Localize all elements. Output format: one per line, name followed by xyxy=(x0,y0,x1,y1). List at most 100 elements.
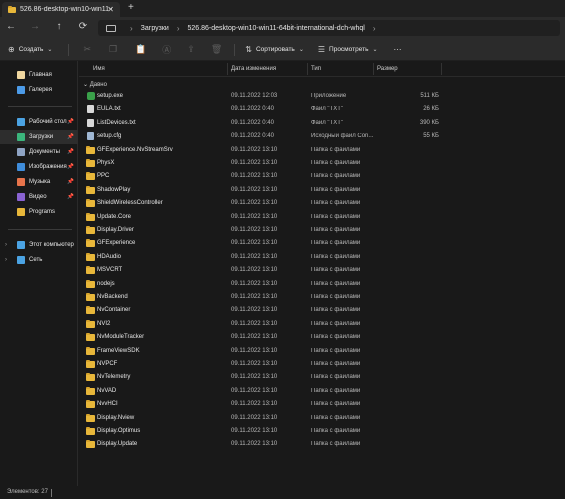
sidebar-item-downloads[interactable]: Загрузки 📌 xyxy=(0,130,78,144)
table-row[interactable]: PPC 09.11.2022 13:10 Папка с файлами xyxy=(79,170,565,183)
create-label: Создать xyxy=(18,46,44,53)
file-name: ShieldWirelessController xyxy=(97,200,163,207)
navigation-pane: Главная Галерея Рабочий стол 📌 Загрузки … xyxy=(0,61,78,486)
table-row[interactable]: HDAudio 09.11.2022 13:10 Папка с файлами xyxy=(79,251,565,264)
file-date: 09.11.2022 13:10 xyxy=(231,414,278,421)
table-row[interactable]: FrameViewSDK 09.11.2022 13:10 Папка с файл… xyxy=(79,345,565,358)
column-divider[interactable] xyxy=(441,63,442,75)
sidebar-item-gallery[interactable]: Галерея xyxy=(0,83,78,97)
table-row[interactable]: MSVCRT 09.11.2022 13:10 Папка с файлами xyxy=(79,264,565,277)
column-type[interactable]: Тип xyxy=(311,66,321,72)
chevron-right-icon[interactable]: › xyxy=(5,257,7,263)
table-row[interactable]: setup.cfg 09.11.2022 0:40 Исходный файл Co… xyxy=(79,130,565,143)
table-row[interactable]: Display.Driver 09.11.2022 13:10 Папка с фа… xyxy=(79,224,565,237)
sidebar-item-home[interactable]: Главная xyxy=(0,68,78,82)
table-row[interactable]: NvContainer 09.11.2022 13:10 Папка с файла… xyxy=(79,304,565,317)
file-date: 09.11.2022 13:10 xyxy=(231,401,278,408)
group-label: Давно xyxy=(89,82,107,88)
table-row[interactable]: NvvHCI 09.11.2022 13:10 Папка с файлами xyxy=(79,398,565,411)
back-button[interactable]: ← xyxy=(4,21,18,32)
text-file-icon xyxy=(87,118,94,127)
column-name[interactable]: Имя xyxy=(93,66,105,72)
folder-icon xyxy=(86,159,95,167)
paste-icon[interactable]: 📋 xyxy=(135,44,146,55)
tab-active[interactable]: 526.86-desktop-win10-win11-64... ✕ xyxy=(2,2,120,17)
chevron-down-icon: ⌄ xyxy=(47,47,53,53)
column-divider[interactable] xyxy=(373,63,374,75)
sidebar-item-this-pc[interactable]: › Этот компьютер xyxy=(0,238,78,252)
view-icon: ☰ xyxy=(317,45,326,54)
folder-icon xyxy=(86,172,95,181)
divider xyxy=(234,43,236,56)
table-row[interactable]: Display.Optimus 09.11.2022 13:10 Папка с ф… xyxy=(79,425,565,438)
table-row[interactable]: PhysX 09.11.2022 13:10 Папка с файлами xyxy=(79,157,565,170)
sort-label: Сортировать xyxy=(255,46,295,53)
file-type: Приложение xyxy=(311,93,347,99)
table-row[interactable]: NvTelemetry 09.11.2022 13:10 Папка с файла… xyxy=(79,371,565,384)
sidebar-item-pictures[interactable]: Изображения 📌 xyxy=(0,160,78,174)
table-row[interactable]: ShieldWirelessController 09.11.2022 13:10… xyxy=(79,197,565,210)
sort-button[interactable]: ⇅ Сортировать ⌄ xyxy=(245,45,308,54)
view-label: Просмотреть xyxy=(329,46,369,53)
up-button[interactable]: ↑ xyxy=(52,21,66,32)
folder-icon xyxy=(86,346,95,355)
table-row[interactable]: Update.Core 09.11.2022 13:10 Папка с файла… xyxy=(79,211,565,224)
file-date: 09.11.2022 13:10 xyxy=(231,361,278,367)
computer-icon xyxy=(106,24,116,32)
file-name: EULA.txt xyxy=(97,106,121,113)
chevron-right-icon[interactable]: › xyxy=(5,242,7,248)
table-row[interactable]: setup.exe 09.11.2022 12:03 Приложение 511 К… xyxy=(79,90,565,103)
breadcrumb-downloads[interactable]: Загрузки xyxy=(141,25,169,32)
address-bar[interactable]: › Загрузки › 526.86-desktop-win10-win11-… xyxy=(98,20,560,36)
table-row[interactable]: NVI2 09.11.2022 13:10 Папка с файлами xyxy=(79,318,565,331)
table-row[interactable]: GFExperience 09.11.2022 13:10 Папка с файл… xyxy=(79,237,565,250)
column-size[interactable]: Размер xyxy=(377,66,398,72)
sidebar-item-network[interactable]: › Сеть xyxy=(0,253,78,267)
new-tab-button[interactable]: + xyxy=(128,2,134,13)
sidebar-item-desktop[interactable]: Рабочий стол 📌 xyxy=(0,115,78,129)
sidebar-item-programs[interactable]: Programs xyxy=(0,205,78,219)
create-button[interactable]: ⊕ Создать ⌄ xyxy=(8,45,56,54)
column-date[interactable]: Дата изменения xyxy=(231,66,276,72)
file-date: 09.11.2022 13:10 xyxy=(231,160,278,166)
folder-icon xyxy=(8,5,16,13)
table-row[interactable]: ListDevices.txt 09.11.2022 0:40 Файл "TXT"… xyxy=(79,117,565,130)
share-icon[interactable]: ⇪ xyxy=(187,44,195,55)
table-row[interactable]: NvBackend 09.11.2022 13:10 Папка с файлами xyxy=(79,291,565,304)
sidebar-item-label: Рабочий стол xyxy=(29,119,67,125)
table-row[interactable]: Display.Nview 09.11.2022 13:10 Папка с фай… xyxy=(79,412,565,425)
file-date: 09.11.2022 13:10 xyxy=(231,428,278,434)
sidebar-item-documents[interactable]: Документы 📌 xyxy=(0,145,78,159)
more-options-button[interactable]: ··· xyxy=(394,45,402,54)
table-row[interactable]: NVPCF 09.11.2022 13:10 Папка с файлами xyxy=(79,358,565,371)
delete-icon[interactable]: 🗑 xyxy=(211,44,222,55)
sidebar-item-music[interactable]: Музыка 📌 xyxy=(0,175,78,189)
table-row[interactable]: NvVAD 09.11.2022 13:10 Папка с файлами xyxy=(79,385,565,398)
view-button[interactable]: ☰ Просмотреть ⌄ xyxy=(318,45,382,54)
sidebar-item-label: Programs xyxy=(29,209,56,215)
file-type: Папка с файлами xyxy=(311,347,361,354)
refresh-button[interactable]: ⟳ xyxy=(76,21,90,32)
table-row[interactable]: NvModuleTracker 09.11.2022 13:10 Папка с ф… xyxy=(79,331,565,344)
column-divider[interactable] xyxy=(227,63,228,75)
cut-icon[interactable]: ✂ xyxy=(83,44,91,55)
table-row[interactable]: ShadowPlay 09.11.2022 13:10 Папка с файлам… xyxy=(79,184,565,197)
chevron-down-icon: ⌄ xyxy=(298,47,304,53)
close-icon[interactable]: ✕ xyxy=(107,5,114,14)
group-header-old[interactable]: ⌄ Давно xyxy=(83,81,107,88)
table-row[interactable]: nodejs 09.11.2022 13:10 Папка с файлами xyxy=(79,278,565,291)
sidebar-item-videos[interactable]: Видео 📌 xyxy=(0,190,78,204)
copy-icon[interactable]: ❐ xyxy=(109,44,117,55)
table-row[interactable]: GFExperience.NvStreamSrv 09.11.2022 13:10… xyxy=(79,144,565,157)
breadcrumb-current-folder[interactable]: 526.86-desktop-win10-win11-64bit-interna… xyxy=(188,25,365,32)
folder-icon xyxy=(86,239,95,248)
status-bar: Элементов: 27 xyxy=(0,486,565,499)
table-row[interactable]: Display.Update 09.11.2022 13:10 Папка с фа… xyxy=(79,438,565,451)
forward-button[interactable]: → xyxy=(28,21,42,32)
rename-icon[interactable]: Ⓐ xyxy=(162,43,171,56)
config-file-icon xyxy=(87,132,94,141)
file-name: NVPCF xyxy=(97,361,118,367)
column-divider[interactable] xyxy=(307,63,308,75)
table-row[interactable]: EULA.txt 09.11.2022 0:40 Файл "TXT" 26 КБ xyxy=(79,103,565,116)
divider xyxy=(8,106,72,107)
